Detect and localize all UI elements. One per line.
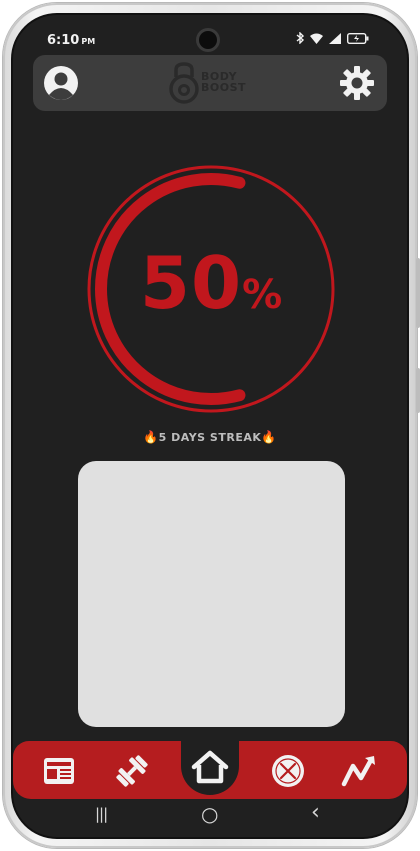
status-icons: [296, 31, 369, 48]
status-bar: 6:10 PM: [13, 15, 407, 59]
power-button: [416, 368, 420, 413]
wifi-icon: [310, 33, 323, 48]
phone-frame: 6:10 PM BODY BOOST 50% 🔥5 DAYS STREAK🔥 |…: [3, 3, 420, 848]
streak-label: 🔥5 DAYS STREAK🔥: [13, 430, 407, 444]
user-avatar-icon: [44, 66, 78, 100]
app-header: BODY BOOST: [33, 55, 387, 111]
logo-line2: BOOST: [201, 81, 247, 94]
bluetooth-icon: [296, 31, 305, 48]
kettlebell-icon: [169, 62, 199, 104]
dumbbell-icon: [116, 755, 148, 787]
settings-button[interactable]: [339, 65, 375, 101]
progress-number: 50: [139, 241, 243, 325]
content-card[interactable]: [78, 461, 345, 727]
volume-button: [416, 258, 420, 328]
front-camera: [199, 31, 217, 49]
logo-text: BODY BOOST: [201, 71, 246, 93]
battery-icon: [346, 32, 369, 48]
system-nav: ||| ○ ‹: [13, 800, 407, 833]
gear-icon: [340, 66, 374, 100]
recents-button[interactable]: |||: [95, 805, 108, 823]
nav-item-progress[interactable]: [340, 751, 380, 791]
streak-text: 5 DAYS STREAK: [158, 431, 262, 444]
bottom-nav: [13, 729, 407, 799]
app-logo: BODY BOOST: [167, 61, 257, 105]
back-button[interactable]: ‹: [311, 800, 320, 825]
flame-icon: 🔥: [143, 430, 159, 444]
progress-percent-sign: %: [242, 272, 283, 318]
status-time-suffix: PM: [81, 37, 96, 46]
flame-icon: 🔥: [261, 430, 277, 444]
profile-button[interactable]: [43, 65, 79, 101]
signal-icon: [329, 32, 341, 48]
status-time: 6:10 PM: [47, 33, 95, 48]
nav-item-nutrition[interactable]: [268, 751, 308, 791]
food-plate-icon: [272, 755, 304, 787]
status-time-value: 6:10: [47, 33, 80, 48]
trend-up-icon: [341, 756, 375, 787]
newspaper-icon: [44, 758, 74, 784]
nav-item-workout[interactable]: [112, 751, 152, 791]
app-screen: 6:10 PM BODY BOOST 50% 🔥5 DAYS STREAK🔥 |…: [13, 15, 407, 837]
home-icon: [191, 750, 229, 784]
system-home-button[interactable]: ○: [201, 802, 218, 826]
nav-item-news[interactable]: [39, 751, 79, 791]
progress-percentage: 50%: [83, 241, 339, 325]
nav-item-home[interactable]: [190, 747, 230, 787]
